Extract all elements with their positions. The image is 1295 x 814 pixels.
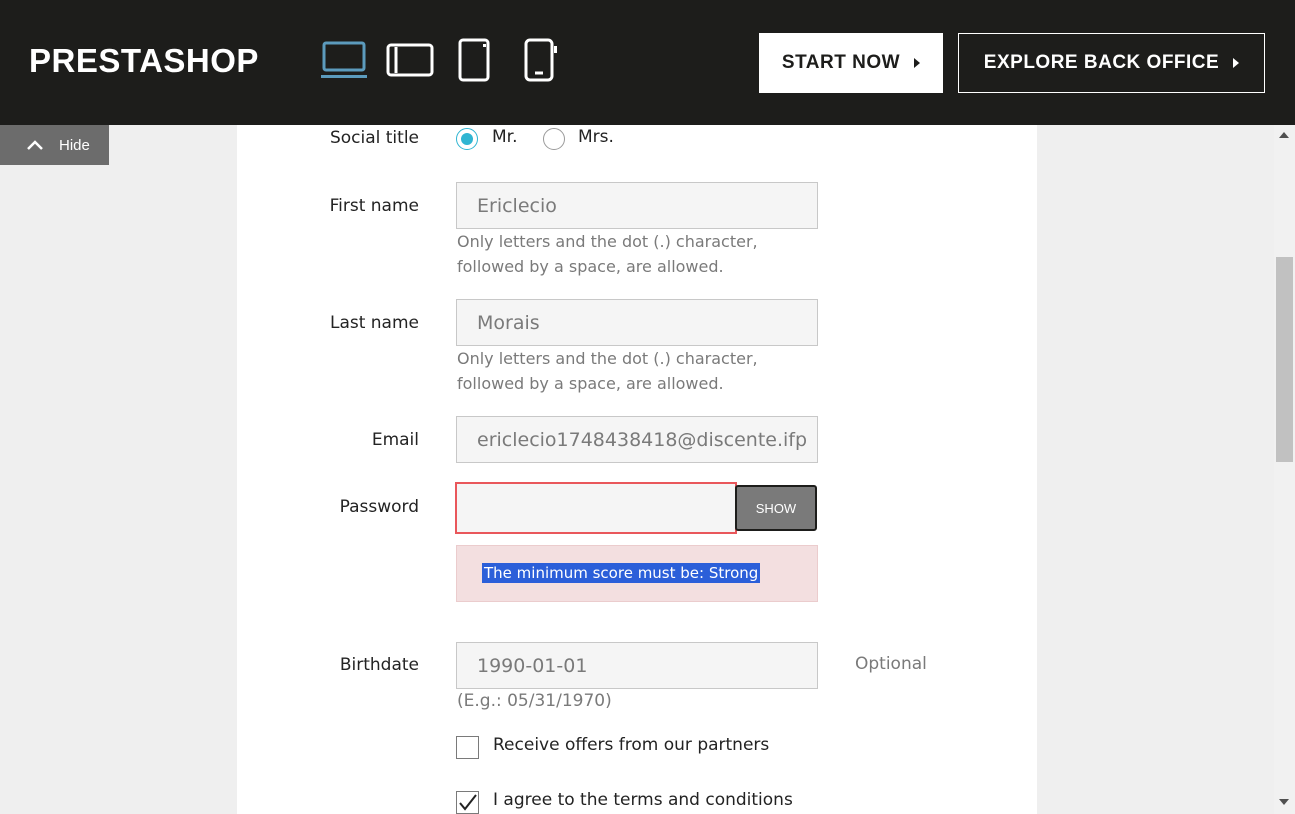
scrollbar[interactable]: [1274, 125, 1295, 814]
start-now-label: START NOW: [781, 52, 901, 73]
caret-right-icon: [914, 58, 921, 68]
radio-mrs-label: Mrs.: [578, 127, 614, 147]
tablet-portrait-icon[interactable]: [458, 38, 490, 82]
email-input[interactable]: ericlecio1748438418@discente.ifp: [456, 416, 818, 463]
hide-label: Hide: [59, 136, 90, 154]
explore-back-office-button[interactable]: EXPLORE BACK OFFICE: [958, 33, 1265, 93]
partner-offers-label: Receive offers from our partners: [493, 735, 770, 755]
scroll-down-icon[interactable]: [1279, 799, 1289, 805]
radio-mr-label: Mr.: [492, 127, 518, 147]
birthdate-hint: (E.g.: 05/31/1970): [457, 691, 612, 711]
start-now-button[interactable]: START NOW: [759, 33, 943, 93]
first-name-help-line2: followed by a space, are allowed.: [457, 257, 724, 276]
last-name-value: Morais: [477, 311, 540, 334]
social-title-label: Social title: [329, 128, 419, 148]
first-name-help-line1: Only letters and the dot (.) character,: [457, 232, 758, 251]
checkmark-icon: [459, 794, 477, 811]
partner-offers-checkbox[interactable]: [456, 736, 479, 759]
tablet-landscape-icon[interactable]: [386, 38, 434, 82]
last-name-help: Only letters and the dot (.) character, …: [457, 346, 758, 396]
show-password-button[interactable]: SHOW: [735, 485, 817, 531]
explore-back-office-label: EXPLORE BACK OFFICE: [983, 52, 1220, 73]
chevron-up-icon: [27, 140, 43, 150]
password-label: Password: [339, 497, 419, 517]
terms-label: I agree to the terms and conditions: [493, 790, 793, 810]
first-name-value: Ericlecio: [477, 194, 557, 217]
mobile-icon[interactable]: [523, 38, 557, 82]
last-name-help-line1: Only letters and the dot (.) character,: [457, 349, 758, 368]
last-name-label: Last name: [329, 313, 419, 333]
email-value: ericlecio1748438418@discente.ifp: [477, 428, 808, 451]
birthdate-value: 1990-01-01: [477, 654, 588, 677]
first-name-label: First name: [329, 196, 419, 216]
last-name-input[interactable]: Morais: [456, 299, 818, 346]
terms-checkbox[interactable]: [456, 791, 479, 814]
password-error-text: The minimum score must be: Strong: [482, 563, 761, 583]
caret-right-icon: [1233, 58, 1240, 68]
logo: PRESTASHOP: [29, 42, 259, 79]
scroll-up-icon[interactable]: [1279, 132, 1289, 138]
laptop-icon[interactable]: [320, 38, 368, 82]
radio-mrs[interactable]: [543, 128, 565, 150]
radio-mr[interactable]: [456, 128, 478, 150]
scrollbar-thumb[interactable]: [1276, 257, 1293, 462]
birthdate-label: Birthdate: [339, 655, 419, 675]
first-name-help: Only letters and the dot (.) character, …: [457, 229, 758, 279]
top-bar: PRESTASHOP START NOW EXPLORE BACK OFFICE: [0, 0, 1295, 125]
first-name-input[interactable]: Ericlecio: [456, 182, 818, 229]
birthdate-optional: Optional: [855, 654, 927, 674]
hide-toolbar-button[interactable]: Hide: [0, 125, 109, 165]
password-error-alert: The minimum score must be: Strong: [456, 545, 818, 602]
last-name-help-line2: followed by a space, are allowed.: [457, 374, 724, 393]
email-label: Email: [371, 430, 419, 450]
password-input[interactable]: [455, 482, 737, 534]
birthdate-input[interactable]: 1990-01-01: [456, 642, 818, 689]
